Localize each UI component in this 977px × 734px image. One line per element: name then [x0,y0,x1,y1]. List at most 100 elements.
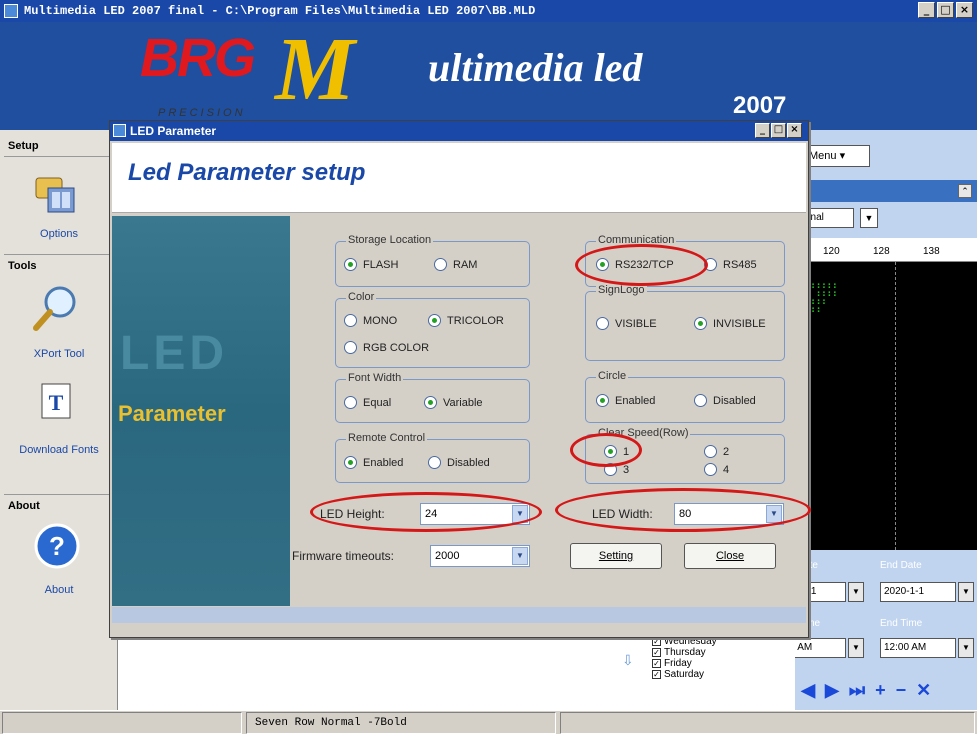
setting-button[interactable]: Setting [570,543,662,569]
next-icon[interactable]: ▶ [825,680,839,701]
font-icon[interactable]: T [30,378,82,430]
radio-selected-icon[interactable] [428,314,441,327]
day-thursday[interactable]: ✓ Thursday [652,647,717,658]
start-time-dropdown-icon[interactable]: ▼ [848,638,864,658]
radio-selected-icon[interactable] [344,258,357,271]
close-button[interactable]: × [956,2,973,18]
maximize-button[interactable]: □ [937,2,954,18]
end-time-input[interactable]: 12:00 AM [880,638,956,658]
product-year: 2007 [733,92,787,119]
day-friday[interactable]: ✓ Friday [652,658,717,669]
communication-title: Communication [596,234,677,246]
end-date-label: End Date [880,560,922,571]
font-variable-option[interactable]: Variable [424,396,483,409]
add-icon[interactable]: + [875,680,886,701]
led-preview[interactable]: :::::: :::: :::::: [795,262,977,550]
comm-rs232-option[interactable]: RS232/TCP [596,258,674,271]
day-saturday[interactable]: ✓ Saturday [652,669,717,680]
last-icon[interactable]: ⏭ [849,680,865,701]
speed-3-option[interactable]: 3 [604,463,629,476]
speed-2-option[interactable]: 2 [704,445,729,458]
remote-disabled-option[interactable]: Disabled [428,456,490,469]
about-label[interactable]: About [0,584,118,596]
dialog-minimize-button[interactable]: _ [755,123,770,138]
download-fonts-label[interactable]: Download Fonts [0,444,118,457]
radio-selected-icon[interactable] [596,394,609,407]
comm-rs485-option[interactable]: RS485 [704,258,757,271]
font-equal-option[interactable]: Equal [344,396,391,409]
dialog-app-icon [113,124,126,137]
radio-icon[interactable] [428,456,441,469]
end-date-dropdown-icon[interactable]: ▼ [958,582,974,602]
svg-text:?: ? [49,531,65,561]
mode-select-arrow-icon[interactable]: ▼ [860,208,878,228]
checkbox-icon[interactable]: ✓ [652,637,661,646]
radio-selected-icon[interactable] [694,317,707,330]
radio-selected-icon[interactable] [596,258,609,271]
checkbox-icon[interactable]: ✓ [652,659,661,668]
dialog-maximize-button[interactable]: □ [771,123,786,138]
dialog-bottom-strip [112,607,806,623]
option-label: RGB COLOR [363,341,430,354]
option-label: 4 [723,463,730,476]
radio-icon[interactable] [344,396,357,409]
end-time-dropdown-icon[interactable]: ▼ [958,638,974,658]
status-font-info: Seven Row Normal -7Bold [246,712,556,734]
storage-flash-option[interactable]: FLASH [344,258,398,271]
logo-visible-option[interactable]: VISIBLE [596,317,657,330]
speed-4-option[interactable]: 4 [704,463,729,476]
radio-selected-icon[interactable] [424,396,437,409]
start-date-dropdown-icon[interactable]: ▼ [848,582,864,602]
options-label[interactable]: Options [0,228,118,240]
radio-icon[interactable] [596,317,609,330]
radio-selected-icon[interactable] [604,445,617,458]
collapse-icon[interactable]: ⌃ [958,184,972,198]
delete-icon[interactable]: ✕ [916,680,931,701]
close-dialog-button[interactable]: Close [684,543,776,569]
radio-icon[interactable] [694,394,707,407]
color-tricolor-option[interactable]: TRICOLOR [428,314,504,327]
logo-invisible-option[interactable]: INVISIBLE [694,317,766,330]
radio-selected-icon[interactable] [344,456,357,469]
main-window-title: Multimedia LED 2007 final - C:\Program F… [24,4,536,18]
prev-icon[interactable]: ◀ [801,680,815,701]
chevron-down-icon[interactable]: ▼ [512,547,528,565]
storage-ram-option[interactable]: RAM [434,258,477,271]
chevron-down-icon[interactable]: ▼ [766,505,782,523]
radio-icon[interactable] [704,445,717,458]
option-label: 1 [623,445,630,458]
speed-1-option[interactable]: 1 [604,445,629,458]
circle-enabled-option[interactable]: Enabled [596,394,655,407]
checkbox-icon[interactable]: ✓ [652,670,661,679]
option-label: RS232/TCP [615,258,674,271]
remote-enabled-option[interactable]: Enabled [344,456,403,469]
circle-disabled-option[interactable]: Disabled [694,394,756,407]
radio-icon[interactable] [344,314,357,327]
color-mono-option[interactable]: MONO [344,314,397,327]
xport-tool-label[interactable]: XPort Tool [0,348,118,360]
led-ruler: 120 128 138 [795,238,977,262]
radio-icon[interactable] [704,463,717,476]
radio-icon[interactable] [344,341,357,354]
down-arrow-icon[interactable]: ⇩ [622,652,634,669]
end-date-input[interactable]: 2020-1-1 [880,582,956,602]
minimize-button[interactable]: _ [918,2,935,18]
magnifier-icon[interactable] [30,282,82,334]
dialog-close-button[interactable]: × [787,123,802,138]
firmware-timeouts-select[interactable]: 2000 ▼ [430,545,530,567]
radio-icon[interactable] [604,463,617,476]
product-name: ultimedia led [428,45,643,90]
radio-icon[interactable] [434,258,447,271]
help-icon[interactable]: ? [33,522,85,574]
option-label: INVISIBLE [713,317,766,330]
storage-location-title: Storage Location [346,234,434,246]
chevron-down-icon[interactable]: ▼ [512,505,528,523]
radio-icon[interactable] [704,258,717,271]
checkbox-icon[interactable]: ✓ [652,648,661,657]
led-width-select[interactable]: 80 ▼ [674,503,784,525]
remove-icon[interactable]: − [896,680,907,701]
left-sidebar: Setup Options Tools XPort Tool T Downloa… [0,130,118,710]
led-height-select[interactable]: 24 ▼ [420,503,530,525]
color-rgb-option[interactable]: RGB COLOR [344,341,429,354]
options-icon[interactable] [30,168,82,220]
